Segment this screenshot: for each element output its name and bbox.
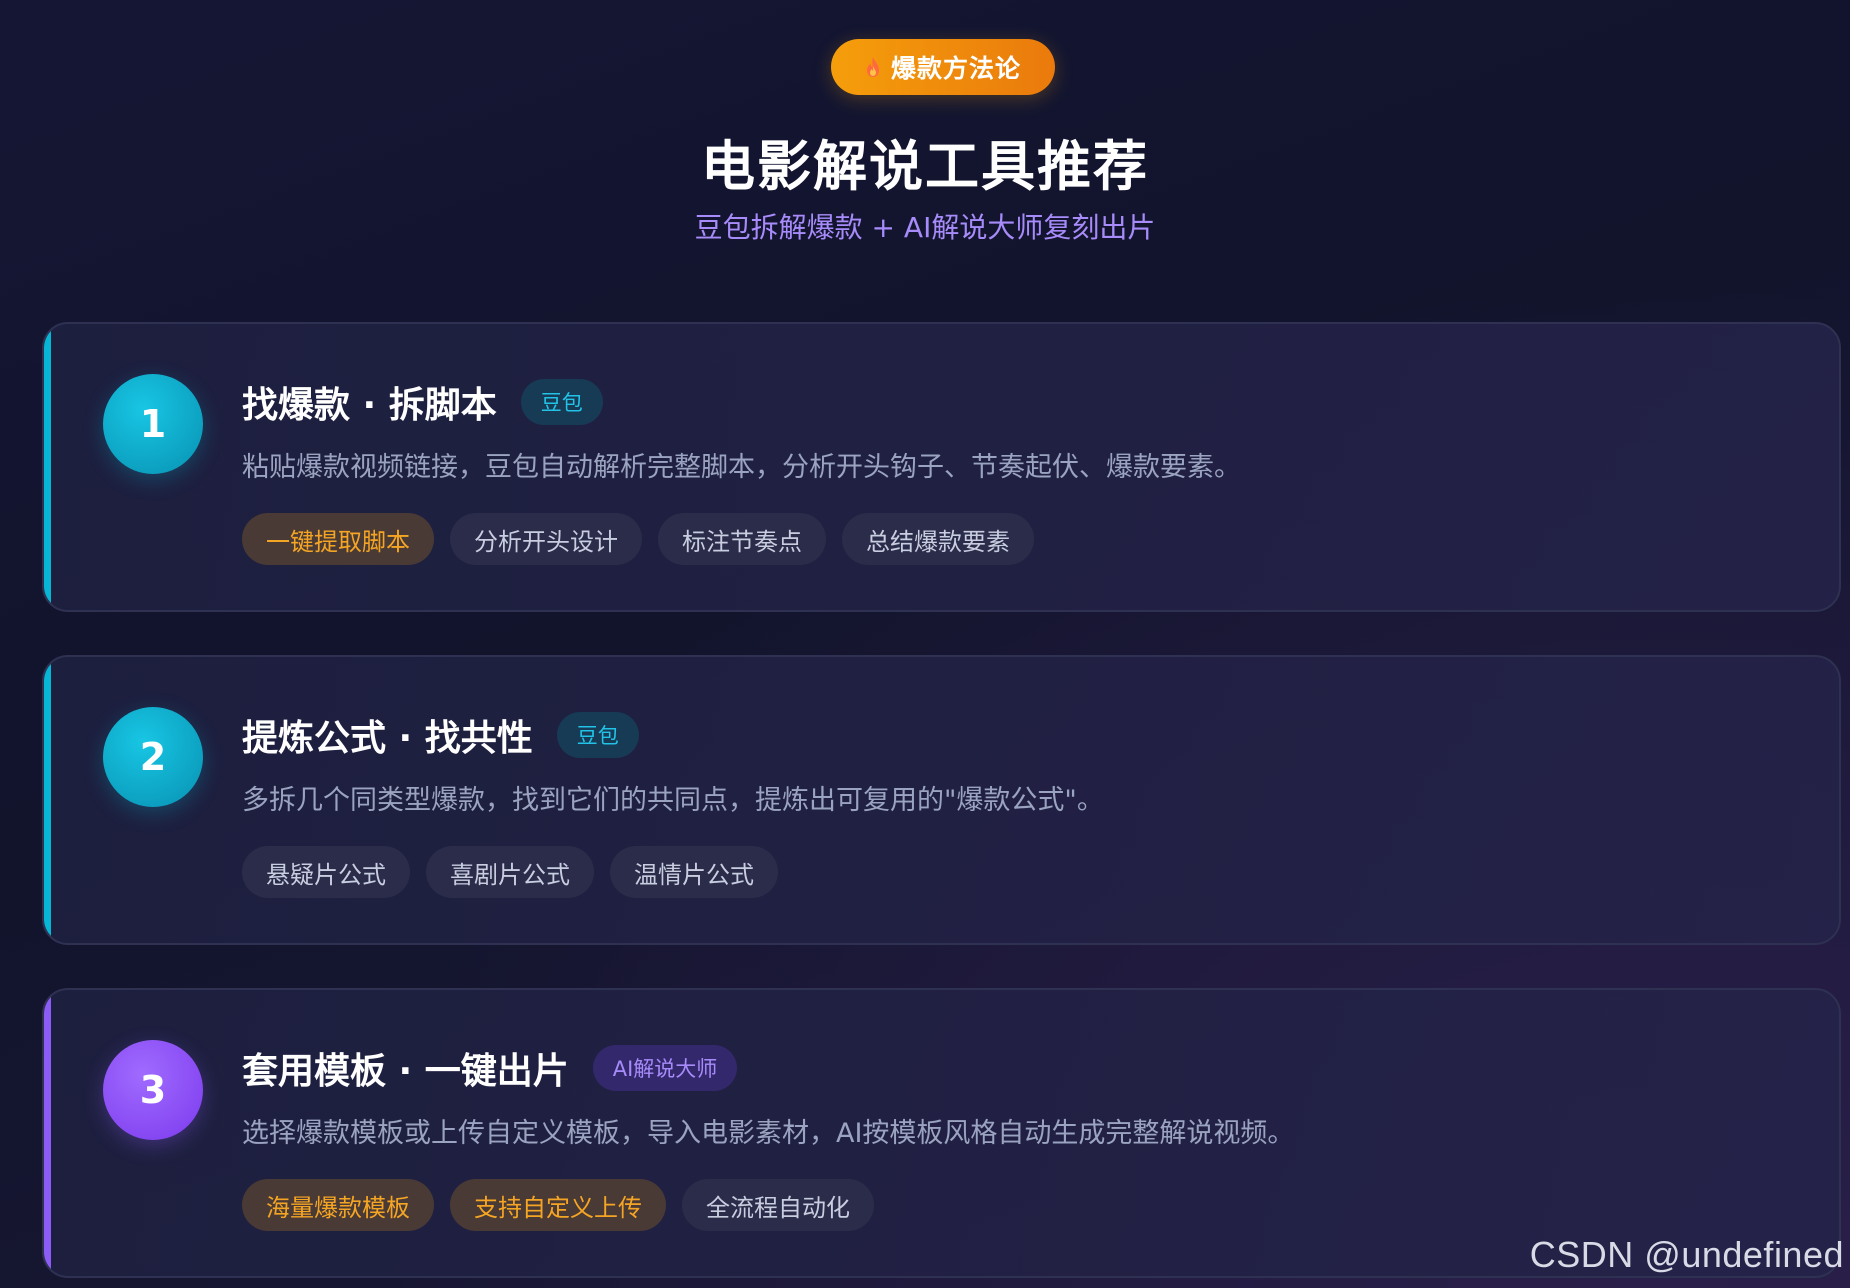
feature-chip: 海量爆款模板 (242, 1179, 434, 1231)
flame-icon (865, 56, 881, 78)
feature-chip: 一键提取脚本 (242, 513, 434, 565)
feature-chips: 海量爆款模板 支持自定义上传 全流程自动化 (242, 1179, 874, 1231)
methodology-badge: 爆款方法论 (831, 39, 1055, 95)
step-card-2: 2 提炼公式 · 找共性 豆包 多拆几个同类型爆款，找到它们的共同点，提炼出可复… (42, 655, 1841, 945)
feature-chip: 标注节奏点 (658, 513, 826, 565)
card-description: 粘贴爆款视频链接，豆包自动解析完整脚本，分析开头钩子、节奏起伏、爆款要素。 (242, 452, 1241, 483)
tool-tag: 豆包 (556, 712, 639, 758)
page-subtitle: 豆包拆解爆款 + AI解说大师复刻出片 (694, 211, 1156, 244)
card-title-row: 套用模板 · 一键出片 AI解说大师 (242, 1042, 738, 1094)
card-title: 找爆款 · 拆脚本 (242, 385, 497, 426)
feature-chip: 喜剧片公式 (426, 846, 594, 898)
step-number-badge: 3 (103, 1040, 203, 1140)
page-title: 电影解说工具推荐 (701, 135, 1149, 198)
tool-tag: 豆包 (520, 379, 603, 425)
card-accent-bar (44, 324, 51, 610)
step-number-badge: 1 (103, 374, 203, 474)
feature-chip: 温情片公式 (610, 846, 778, 898)
feature-chip: 分析开头设计 (450, 513, 642, 565)
card-title-row: 提炼公式 · 找共性 豆包 (242, 709, 639, 761)
feature-chips: 一键提取脚本 分析开头设计 标注节奏点 总结爆款要素 (242, 513, 1034, 565)
card-accent-bar (44, 990, 51, 1276)
card-description: 选择爆款模板或上传自定义模板，导入电影素材，AI按模板风格自动生成完整解说视频。 (242, 1118, 1295, 1149)
feature-chip: 总结爆款要素 (842, 513, 1034, 565)
card-description: 多拆几个同类型爆款，找到它们的共同点，提炼出可复用的"爆款公式"。 (242, 785, 1104, 816)
watermark: CSDN @undefined (1529, 1234, 1844, 1275)
feature-chips: 悬疑片公式 喜剧片公式 温情片公式 (242, 846, 778, 898)
card-title: 提炼公式 · 找共性 (242, 718, 533, 759)
feature-chip: 全流程自动化 (682, 1179, 874, 1231)
card-accent-bar (44, 657, 51, 943)
feature-chip: 悬疑片公式 (242, 846, 410, 898)
card-title: 套用模板 · 一键出片 (242, 1051, 569, 1092)
badge-label: 爆款方法论 (890, 54, 1021, 83)
step-card-1: 1 找爆款 · 拆脚本 豆包 粘贴爆款视频链接，豆包自动解析完整脚本，分析开头钩… (42, 322, 1841, 612)
card-title-row: 找爆款 · 拆脚本 豆包 (242, 376, 603, 428)
step-number-badge: 2 (103, 707, 203, 807)
feature-chip: 支持自定义上传 (450, 1179, 666, 1231)
tool-tag: AI解说大师 (592, 1045, 738, 1091)
